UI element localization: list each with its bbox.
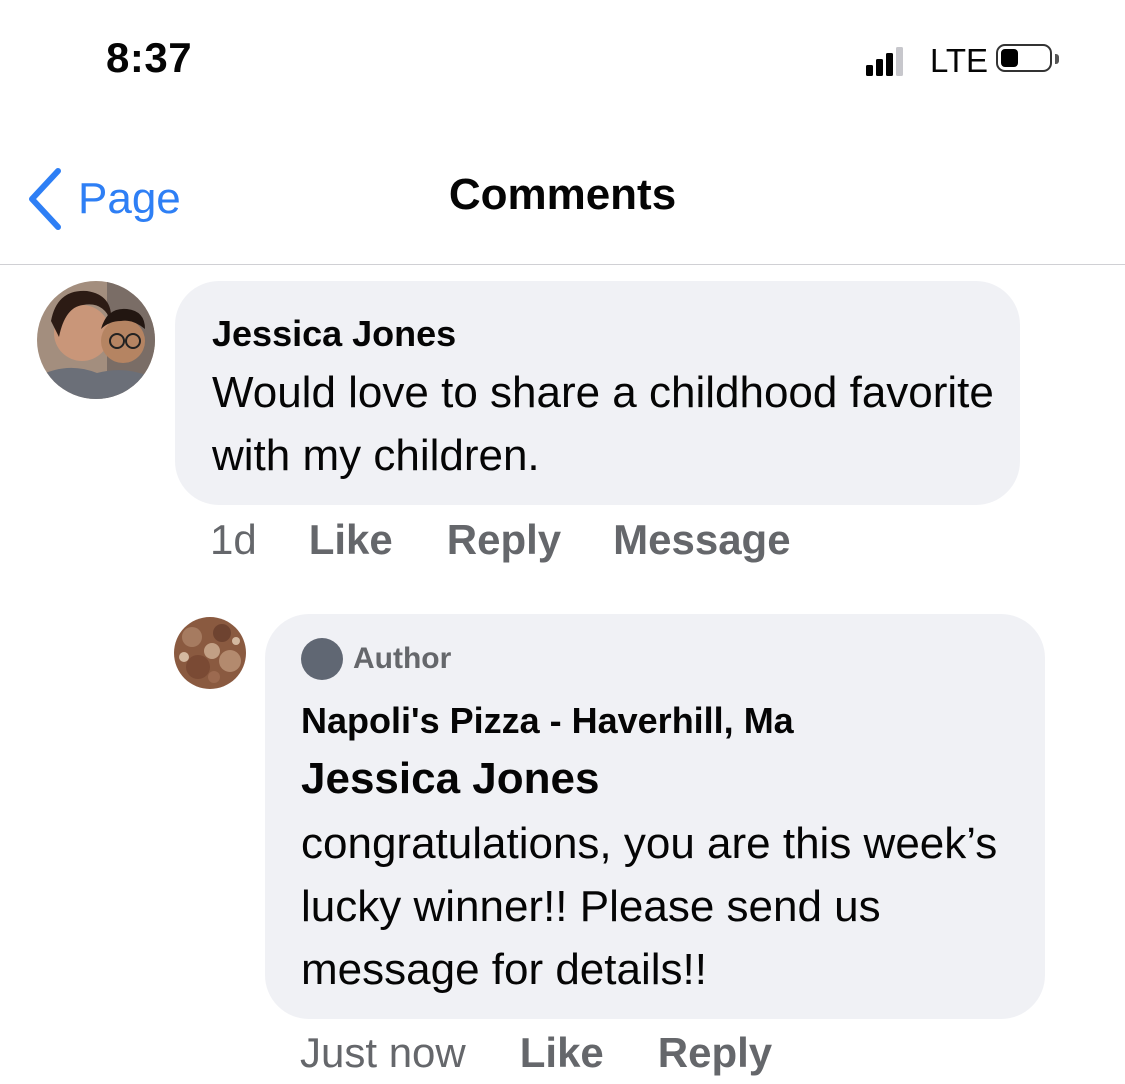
status-bar: 8:37 LTE (0, 0, 1125, 120)
author-badge: Author (301, 638, 451, 680)
reply-author[interactable]: Napoli's Pizza - Haverhill, Ma (301, 700, 794, 742)
avatar[interactable] (37, 281, 155, 399)
comment-author[interactable]: Jessica Jones (212, 313, 456, 355)
reply-like-button[interactable]: Like (520, 1029, 604, 1077)
clock: 8:37 (106, 34, 193, 81)
author-badge-icon (301, 638, 343, 680)
reply-mention[interactable]: Jessica Jones (301, 754, 599, 804)
battery-icon (996, 44, 1060, 76)
message-button[interactable]: Message (613, 516, 790, 564)
reply-timestamp: Just now (300, 1029, 466, 1076)
nav-bar: Page Comments (0, 140, 1125, 265)
reply-bubble[interactable]: Author Napoli's Pizza - Haverhill, Ma Je… (265, 614, 1045, 1019)
like-button[interactable]: Like (309, 516, 393, 564)
reply-text: congratulations, you are this week’s luc… (301, 819, 998, 994)
reply-reply-button[interactable]: Reply (658, 1029, 772, 1077)
page-title: Comments (448, 170, 677, 219)
signal-strength-icon (866, 46, 906, 76)
comment-timestamp: 1d (210, 516, 257, 563)
reply-actions: Just now Like Reply (300, 1025, 772, 1081)
author-badge-label: Author (353, 642, 452, 675)
comment-bubble[interactable]: Jessica Jones Would love to share a chil… (175, 281, 1020, 505)
comment-actions: 1d Like Reply Message (210, 512, 791, 568)
reply-button[interactable]: Reply (447, 516, 561, 564)
network-type: LTE (930, 42, 989, 79)
comment-text: Would love to share a childhood favorite… (212, 368, 994, 480)
page-avatar[interactable] (174, 617, 246, 689)
